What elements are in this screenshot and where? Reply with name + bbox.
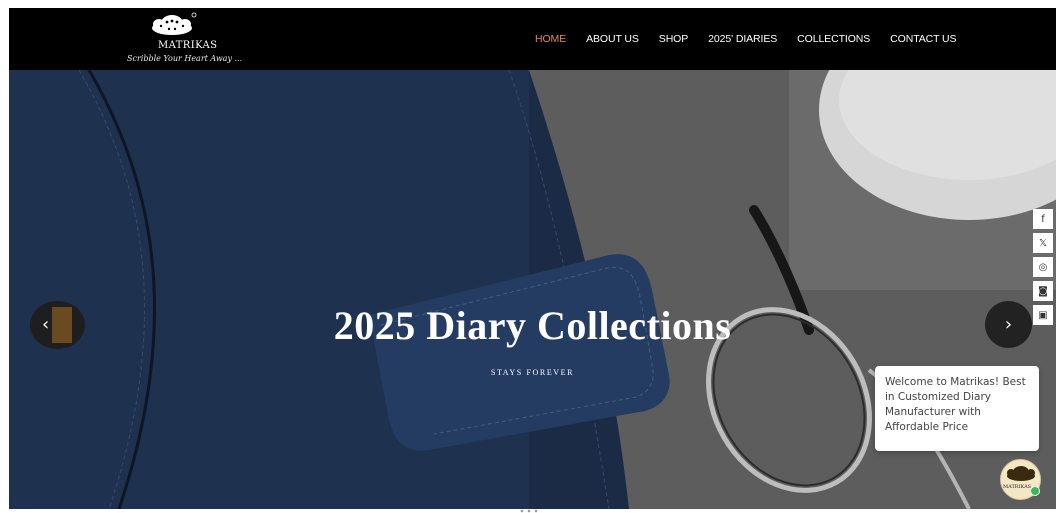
chat-message: Welcome to Matrikas! Best in Customized … bbox=[885, 376, 1026, 433]
brand-name: MATRIKAS bbox=[158, 40, 218, 51]
pinterest-icon[interactable]: ◎ bbox=[1033, 257, 1053, 277]
prev-slide-thumbnail bbox=[52, 307, 72, 343]
nav-2025-diaries[interactable]: 2025' DIARIES bbox=[708, 33, 777, 45]
logo[interactable]: MATRIKAS Scribble Your Heart Away ... bbox=[121, 12, 271, 68]
nav-contact-us[interactable]: CONTACT US bbox=[890, 33, 956, 45]
brand-tagline: Scribble Your Heart Away ... bbox=[127, 54, 243, 63]
slider-prev-button[interactable]: ‹ bbox=[30, 301, 85, 349]
facebook-icon[interactable]: f bbox=[1033, 209, 1053, 229]
site-header: MATRIKAS Scribble Your Heart Away ... HO… bbox=[9, 8, 1056, 70]
nav-about-us[interactable]: ABOUT US bbox=[586, 33, 639, 45]
slider-dots bbox=[520, 509, 538, 513]
nav-home[interactable]: HOME bbox=[535, 33, 566, 45]
page: MATRIKAS Scribble Your Heart Away ... HO… bbox=[0, 0, 1056, 513]
chat-welcome-bubble[interactable]: Welcome to Matrikas! Best in Customized … bbox=[875, 366, 1039, 451]
x-icon[interactable]: 𝕏 bbox=[1033, 233, 1053, 253]
chat-avatar-label: MATRIKAS bbox=[1003, 484, 1032, 490]
nav-collections[interactable]: COLLECTIONS bbox=[797, 33, 870, 45]
main-nav: HOME ABOUT US SHOP 2025' DIARIES COLLECT… bbox=[535, 8, 976, 70]
chevron-right-icon: › bbox=[1004, 314, 1013, 335]
online-status-indicator bbox=[1030, 486, 1040, 496]
social-sidebar: f 𝕏 ◎ ◙ ▣ bbox=[1033, 209, 1053, 329]
hero-title: 2025 Diary Collections bbox=[333, 303, 732, 348]
lotus-logo-icon bbox=[152, 12, 197, 35]
instagram-icon[interactable]: ◙ bbox=[1033, 281, 1053, 301]
slider-next-button[interactable]: › bbox=[985, 301, 1032, 348]
chevron-left-icon: ‹ bbox=[42, 314, 50, 335]
youtube-icon[interactable]: ▣ bbox=[1033, 305, 1053, 325]
nav-shop[interactable]: SHOP bbox=[659, 33, 688, 45]
